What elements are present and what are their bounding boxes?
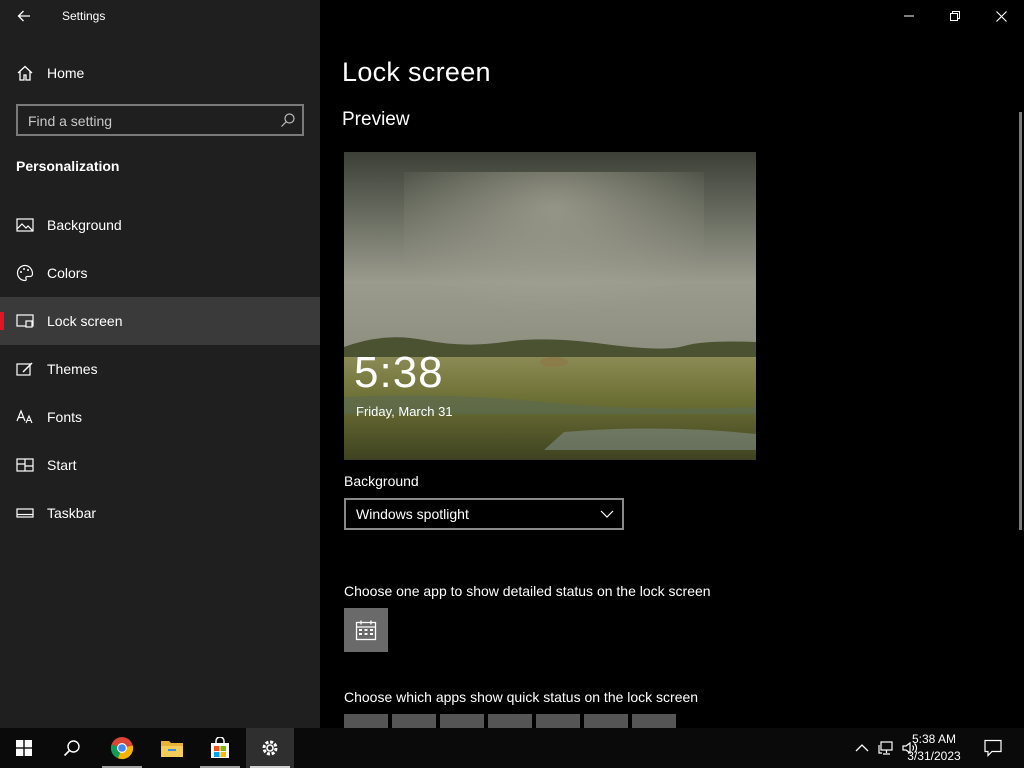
quick-status-app-button[interactable] [440,714,484,728]
lock-screen-icon [16,314,34,328]
settings-icon [262,740,278,756]
quick-status-label: Choose which apps show quick status on t… [344,689,699,705]
file-explorer-icon [161,741,183,757]
sidebar-item-label: Start [47,457,77,473]
palette-icon [16,264,34,282]
settings-taskbar-button[interactable] [246,728,294,768]
preview-heading: Preview [342,109,410,130]
windows-logo-icon [16,740,32,756]
background-label: Background [344,473,419,489]
scrollbar[interactable] [1019,112,1022,530]
taskbar: 5:38 AM 3/31/2023 [0,728,1024,768]
quick-status-app-button[interactable] [632,714,676,728]
sidebar-item-colors[interactable]: Colors [0,249,320,297]
sidebar-item-label: Lock screen [47,313,123,329]
main-content: Lock screen Preview 5:38 Friday, March 3… [320,0,1024,728]
search-icon [63,740,80,757]
sidebar-item-taskbar[interactable]: Taskbar [0,489,320,537]
clock[interactable]: 5:38 AM 3/31/2023 [902,731,966,765]
sidebar-item-background[interactable]: Background [0,201,320,249]
taskbar-search-button[interactable] [48,728,96,768]
fonts-icon [16,409,33,424]
quick-status-app-button[interactable] [392,714,436,728]
system-tray: 5:38 AM 3/31/2023 [824,728,1024,768]
restore-icon [950,11,960,21]
sidebar-item-label: Colors [47,265,88,281]
chrome-button[interactable] [98,728,146,768]
search-icon[interactable] [280,112,296,128]
detailed-status-label: Choose one app to show detailed status o… [344,583,711,599]
start-button[interactable] [0,728,48,768]
quick-status-app-button[interactable] [488,714,532,728]
sidebar-nav: Background Colors Lock screen Themes Fon… [0,201,320,537]
lock-screen-preview: 5:38 Friday, March 31 [344,152,756,460]
chevron-up-icon[interactable] [854,740,870,756]
sidebar: Settings Home Personalization Background… [0,0,320,728]
sidebar-item-fonts[interactable]: Fonts [0,393,320,441]
home-nav-item[interactable]: Home [0,52,320,94]
calendar-icon [355,620,377,641]
settings-window: Settings Home Personalization Background… [0,0,1024,728]
background-dropdown-value: Windows spotlight [356,506,469,522]
minimize-button[interactable] [886,0,932,32]
network-icon[interactable] [878,740,894,756]
lock-screen-date: Friday, March 31 [356,404,453,419]
quick-status-app-button[interactable] [536,714,580,728]
search-box[interactable] [16,104,304,136]
app-title: Settings [62,9,106,23]
home-icon [17,65,33,81]
quick-status-app-button[interactable] [344,714,388,728]
taskbar-icon [16,508,34,518]
store-button[interactable] [196,728,244,768]
themes-icon [16,362,33,376]
search-input[interactable] [18,106,280,136]
image-icon [16,218,34,232]
quick-status-app-button[interactable] [584,714,628,728]
sidebar-item-themes[interactable]: Themes [0,345,320,393]
chevron-down-icon [600,510,614,518]
detailed-status-app-button[interactable] [344,608,388,652]
clock-date: 3/31/2023 [907,749,961,763]
sidebar-item-label: Taskbar [47,505,97,521]
notification-center-icon[interactable] [984,739,1002,757]
close-icon [995,10,1007,22]
section-title: Personalization [16,158,120,174]
clock-time: 5:38 AM [911,732,957,746]
page-title: Lock screen [342,57,491,87]
chrome-icon [110,737,134,760]
sidebar-item-lock-screen[interactable]: Lock screen [0,297,320,345]
restore-button[interactable] [932,0,978,32]
title-bar: Settings [0,0,320,32]
back-button[interactable] [12,4,36,28]
sidebar-item-start[interactable]: Start [0,441,320,489]
file-explorer-button[interactable] [148,728,196,768]
back-arrow-icon [17,10,30,22]
start-icon [16,458,34,472]
lock-screen-time: 5:38 [354,348,444,397]
sidebar-item-label: Fonts [47,409,83,425]
selection-indicator [0,312,4,330]
minimize-icon [904,15,914,17]
store-icon [211,737,229,758]
sidebar-item-label: Background [47,217,122,233]
sidebar-item-label: Themes [47,361,98,377]
background-dropdown[interactable]: Windows spotlight [344,498,624,530]
home-label: Home [47,65,85,81]
close-button[interactable] [978,0,1024,32]
window-controls [886,0,1024,32]
quick-status-apps [344,714,676,728]
